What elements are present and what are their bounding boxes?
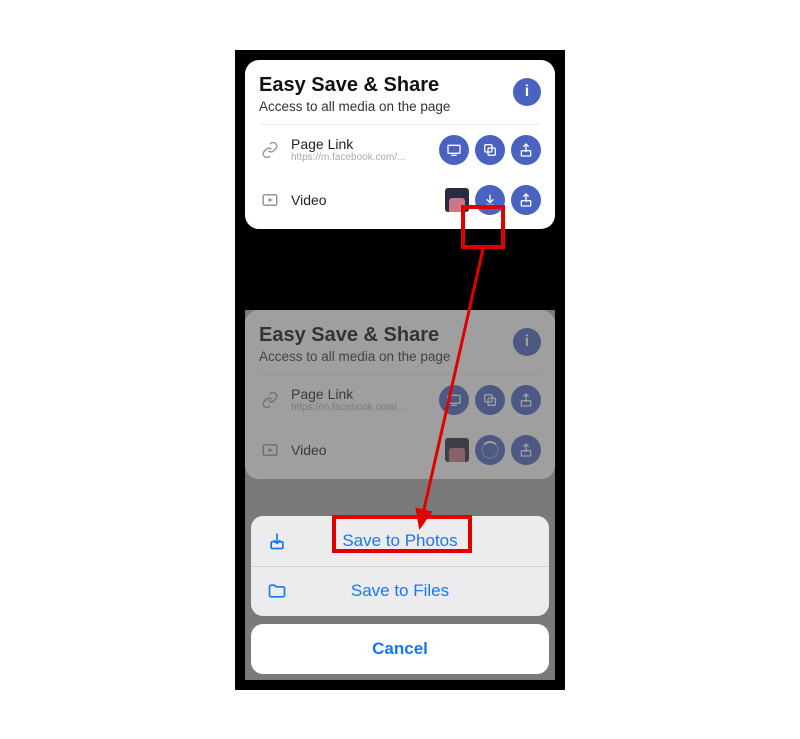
row-video: Video bbox=[259, 175, 541, 225]
video-thumbnail[interactable] bbox=[445, 188, 469, 212]
page-link-url: https://m.facebook.com/... bbox=[291, 152, 429, 163]
cancel-label: Cancel bbox=[372, 639, 428, 659]
save-to-files-label: Save to Files bbox=[351, 581, 449, 601]
page-link-label: Page Link bbox=[291, 136, 429, 152]
card-subtitle: Access to all media on the page bbox=[259, 99, 450, 114]
share-button[interactable] bbox=[511, 135, 541, 165]
share-card-top: Easy Save & Share Access to all media on… bbox=[245, 60, 555, 229]
row-video-text: Video bbox=[291, 192, 435, 208]
share-card-dimmed: Easy Save & Share Access to all media on… bbox=[245, 310, 555, 479]
open-browser-button[interactable] bbox=[439, 135, 469, 165]
download-button[interactable] bbox=[475, 185, 505, 215]
save-to-photos-button[interactable]: Save to Photos bbox=[251, 516, 549, 566]
action-sheet: Save to Photos Save to Files Cancel bbox=[251, 516, 549, 674]
video-icon bbox=[259, 189, 281, 211]
dimmed-area: Easy Save & Share Access to all media on… bbox=[245, 310, 555, 680]
row-page-link-text: Page Link https://m.facebook.com/... bbox=[291, 136, 429, 163]
save-to-files-button[interactable]: Save to Files bbox=[251, 566, 549, 616]
save-photos-icon bbox=[267, 531, 287, 551]
phone-frame: Easy Save & Share Access to all media on… bbox=[235, 50, 565, 690]
card-title: Easy Save & Share bbox=[259, 74, 450, 97]
save-to-photos-label: Save to Photos bbox=[342, 531, 457, 551]
row-page-link: Page Link https://m.facebook.com/... bbox=[259, 125, 541, 175]
card-header: Easy Save & Share Access to all media on… bbox=[259, 74, 541, 125]
info-icon[interactable]: i bbox=[513, 78, 541, 106]
share-video-button[interactable] bbox=[511, 185, 541, 215]
card-header-text: Easy Save & Share Access to all media on… bbox=[259, 74, 450, 114]
action-sheet-group: Save to Photos Save to Files bbox=[251, 516, 549, 616]
cancel-button[interactable]: Cancel bbox=[251, 624, 549, 674]
video-label: Video bbox=[291, 192, 435, 208]
folder-icon bbox=[267, 581, 287, 601]
dim-overlay bbox=[245, 310, 555, 479]
copy-button[interactable] bbox=[475, 135, 505, 165]
link-icon bbox=[259, 139, 281, 161]
